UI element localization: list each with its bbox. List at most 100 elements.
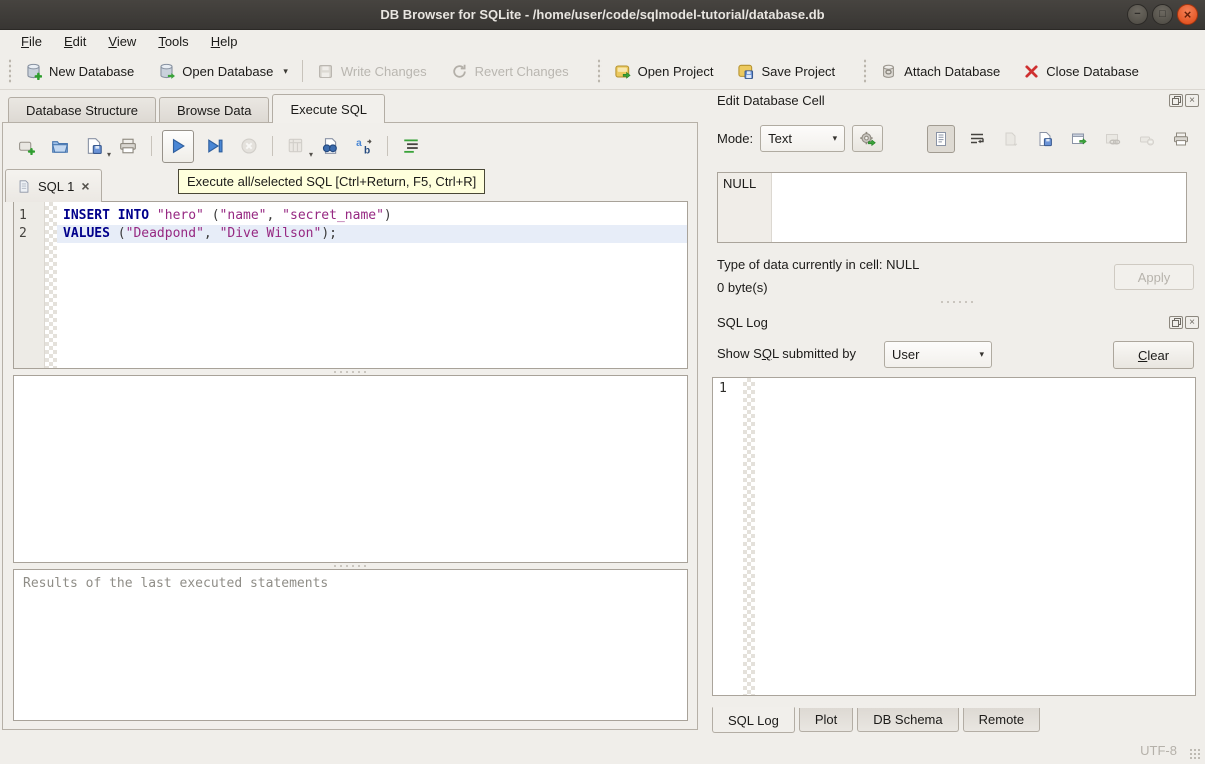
- print-sql-button[interactable]: [115, 132, 141, 160]
- word-wrap-button[interactable]: [965, 127, 989, 151]
- sql-code-area[interactable]: INSERT INTO "hero" ("name", "secret_name…: [57, 202, 687, 368]
- resize-grip[interactable]: [1189, 748, 1202, 761]
- gear-arrow-icon: [859, 130, 876, 147]
- open-database-dropdown-icon[interactable]: ▾: [283, 66, 288, 80]
- toolbar-drag-handle[interactable]: [862, 59, 868, 83]
- toolbar-drag-handle[interactable]: [596, 59, 602, 83]
- print-cell-button[interactable]: [1169, 127, 1193, 151]
- toolbar-drag-handle[interactable]: [7, 59, 13, 83]
- encoding-status[interactable]: UTF-8: [1140, 743, 1177, 758]
- sql-editor[interactable]: 1 2 INSERT INTO "hero" ("name", "secret_…: [13, 201, 688, 369]
- execute-all-icon: [169, 137, 187, 155]
- export-cell-button[interactable]: [1033, 127, 1057, 151]
- attach-database-button[interactable]: Attach Database: [875, 59, 1005, 84]
- dock-tab-db-schema[interactable]: DB Schema: [857, 708, 958, 732]
- menu-file[interactable]: File: [10, 32, 53, 51]
- dock-splitter[interactable]: [712, 299, 1201, 305]
- tab-browse-data-label: Browse Data: [177, 103, 251, 118]
- mode-label: Mode:: [717, 131, 753, 146]
- set-null-button: [1135, 127, 1159, 151]
- close-panel-button[interactable]: ×: [1185, 94, 1199, 107]
- open-project-button[interactable]: Open Project: [609, 59, 719, 84]
- cell-mode-select[interactable]: Text ▾: [760, 125, 845, 152]
- menu-view[interactable]: View: [97, 32, 147, 51]
- format-sql-button[interactable]: [398, 132, 424, 160]
- menubar: File Edit View Tools Help: [0, 30, 1205, 53]
- save-sql-file-button[interactable]: ▾: [81, 132, 107, 160]
- write-changes-label: Write Changes: [341, 64, 427, 79]
- menu-tools[interactable]: Tools: [147, 32, 199, 51]
- menu-edit[interactable]: Edit: [53, 32, 97, 51]
- dock-tab-remote[interactable]: Remote: [963, 708, 1041, 732]
- cell-mode-row: Mode: Text ▾: [717, 125, 883, 152]
- cell-value-text-area[interactable]: [772, 173, 1186, 242]
- sql-text: ,: [267, 208, 283, 223]
- tab-browse-data[interactable]: Browse Data: [159, 97, 269, 122]
- sql-document-tab[interactable]: SQL 1 ×: [5, 169, 102, 202]
- float-panel-button[interactable]: [1169, 94, 1183, 107]
- dock-tab-remote-label: Remote: [979, 712, 1025, 727]
- execute-sql-button[interactable]: [162, 130, 194, 163]
- float-panel-button[interactable]: [1169, 316, 1183, 329]
- open-in-external-button[interactable]: [1067, 127, 1091, 151]
- dock-tab-sql-log-label: SQL Log: [728, 713, 779, 728]
- close-database-button[interactable]: Close Database: [1019, 60, 1144, 83]
- window-title: DB Browser for SQLite - /home/user/code/…: [380, 7, 824, 22]
- minimize-button[interactable]: −: [1127, 4, 1148, 25]
- sql-log-view[interactable]: 1: [712, 377, 1196, 696]
- titlebar[interactable]: DB Browser for SQLite - /home/user/code/…: [0, 0, 1205, 30]
- open-sql-file-button[interactable]: [47, 132, 73, 160]
- toolbar-separator: [302, 60, 303, 82]
- menu-help[interactable]: Help: [200, 32, 249, 51]
- text-mode-button[interactable]: [927, 125, 955, 153]
- cell-value-editor[interactable]: NULL: [717, 172, 1187, 243]
- open-database-button[interactable]: Open Database ▾: [153, 59, 293, 84]
- results-message-area[interactable]: Results of the last executed statements: [13, 569, 688, 721]
- new-database-button[interactable]: New Database: [20, 59, 139, 84]
- tab-database-structure[interactable]: Database Structure: [8, 97, 156, 122]
- splitter-handle-icon: [332, 564, 368, 568]
- apply-cell-button: Apply: [1114, 264, 1194, 290]
- float-icon: [1172, 96, 1181, 105]
- sql-log-filter-label: Show SQL submitted by: [717, 346, 856, 361]
- dock-tab-db-schema-label: DB Schema: [873, 712, 942, 727]
- dock-tab-plot[interactable]: Plot: [799, 708, 853, 732]
- revert-changes-icon: [451, 63, 468, 80]
- word-wrap-icon: [969, 131, 985, 147]
- tab-execute-sql[interactable]: Execute SQL: [272, 94, 385, 123]
- sql-text: [149, 208, 157, 223]
- close-button[interactable]: ×: [1177, 4, 1198, 25]
- find-button[interactable]: [317, 132, 343, 160]
- apply-mode-button[interactable]: [852, 125, 883, 152]
- cell-value-text: NULL: [723, 176, 756, 191]
- dock-tab-sql-log[interactable]: SQL Log: [712, 707, 795, 733]
- main-tab-bar: Database Structure Browse Data Execute S…: [8, 94, 388, 122]
- minimize-icon: −: [1134, 9, 1140, 20]
- db-browser-window: { "window": { "title": "DB Browser for S…: [0, 0, 1205, 764]
- log-text-area: [755, 378, 1195, 695]
- log-filter-select[interactable]: User ▾: [884, 341, 992, 368]
- execute-current-line-button[interactable]: [202, 132, 228, 160]
- save-file-dropdown-icon[interactable]: ▾: [107, 150, 111, 159]
- link-icon: [1105, 131, 1121, 147]
- clear-log-button[interactable]: Clear: [1113, 341, 1194, 369]
- new-sql-tab-button[interactable]: [13, 132, 39, 160]
- sql-log-panel-title: SQL Log: [717, 315, 768, 330]
- results-grid[interactable]: [13, 375, 688, 563]
- maximize-button[interactable]: □: [1152, 4, 1173, 25]
- cell-mode-value: Text: [768, 131, 792, 146]
- code-line-1: INSERT INTO "hero" ("name", "secret_name…: [57, 207, 687, 225]
- close-sql-tab-icon[interactable]: ×: [81, 179, 89, 193]
- apply-cell-label: Apply: [1138, 270, 1171, 285]
- replace-button[interactable]: a b: [351, 132, 377, 160]
- log-line-number-gutter: 1: [713, 378, 743, 695]
- close-panel-icon: ×: [1189, 96, 1195, 106]
- close-panel-button[interactable]: ×: [1185, 316, 1199, 329]
- save-project-button[interactable]: Save Project: [732, 59, 840, 84]
- attach-database-icon: [880, 63, 897, 80]
- tab-execute-sql-label: Execute SQL: [290, 102, 367, 117]
- open-project-icon: [614, 63, 631, 80]
- line-number: 2: [14, 225, 44, 243]
- sql-keyword: INSERT INTO: [63, 208, 149, 223]
- auto-format-icon: [402, 137, 420, 155]
